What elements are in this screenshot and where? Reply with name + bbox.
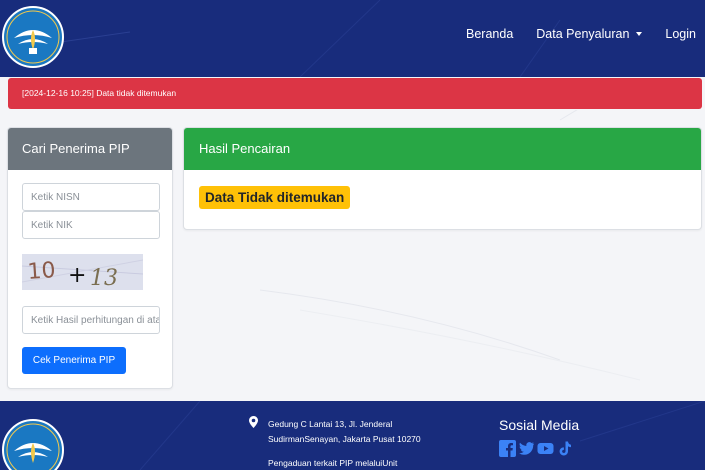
social-icons xyxy=(499,440,575,457)
status-badge: Data Tidak ditemukan xyxy=(199,186,351,209)
tiktok-icon[interactable] xyxy=(556,440,573,457)
main-nav: Beranda Data Penyaluran Login xyxy=(443,27,696,41)
twitter-icon[interactable] xyxy=(518,440,535,457)
captcha-right-operand: 13 xyxy=(90,266,118,290)
captcha-left-operand: 10 xyxy=(27,258,57,285)
facebook-icon[interactable] xyxy=(499,440,516,457)
nav-data-penyaluran-label: Data Penyaluran xyxy=(536,27,630,41)
nisn-input[interactable] xyxy=(22,183,160,211)
nav-login[interactable]: Login xyxy=(665,27,696,41)
result-card-title: Hasil Pencairan xyxy=(184,128,701,170)
chevron-down-icon xyxy=(636,32,643,36)
nav-data-penyaluran-dropdown[interactable]: Data Penyaluran xyxy=(536,27,643,41)
footer: Gedung C Lantai 13, Jl. Jenderal Sudirma… xyxy=(0,401,705,470)
youtube-icon[interactable] xyxy=(537,440,554,457)
address-line-2: SudirmanSenayan, Jakarta Pusat 10270 xyxy=(268,434,421,444)
address-line-1: Gedung C Lantai 13, Jl. Jenderal xyxy=(268,419,393,429)
nik-input[interactable] xyxy=(22,211,160,239)
social-media-title: Sosial Media xyxy=(499,417,580,433)
tut-wuri-handayani-logo[interactable] xyxy=(2,6,64,68)
complaint-text: Pengaduan terkait PIP melaluiUnit xyxy=(268,458,398,468)
check-recipient-button[interactable]: Cek Penerima PIP xyxy=(22,347,126,374)
captcha-operator: + xyxy=(68,263,86,288)
error-alert: [2024-12-16 10:25] Data tidak ditemukan xyxy=(8,78,702,109)
nav-beranda[interactable]: Beranda xyxy=(466,27,513,41)
footer-address: Gedung C Lantai 13, Jl. Jenderal Sudirma… xyxy=(268,417,421,447)
search-card-title: Cari Penerima PIP xyxy=(8,128,172,170)
result-card: Hasil Pencairan Data Tidak ditemukan xyxy=(183,127,702,230)
location-pin-icon xyxy=(249,416,258,428)
search-card: Cari Penerima PIP 10 + 13 Cek Penerima P… xyxy=(7,127,173,389)
navbar: Beranda Data Penyaluran Login xyxy=(0,0,705,77)
captcha-image: 10 + 13 xyxy=(22,254,143,290)
captcha-answer-input[interactable] xyxy=(22,306,160,334)
